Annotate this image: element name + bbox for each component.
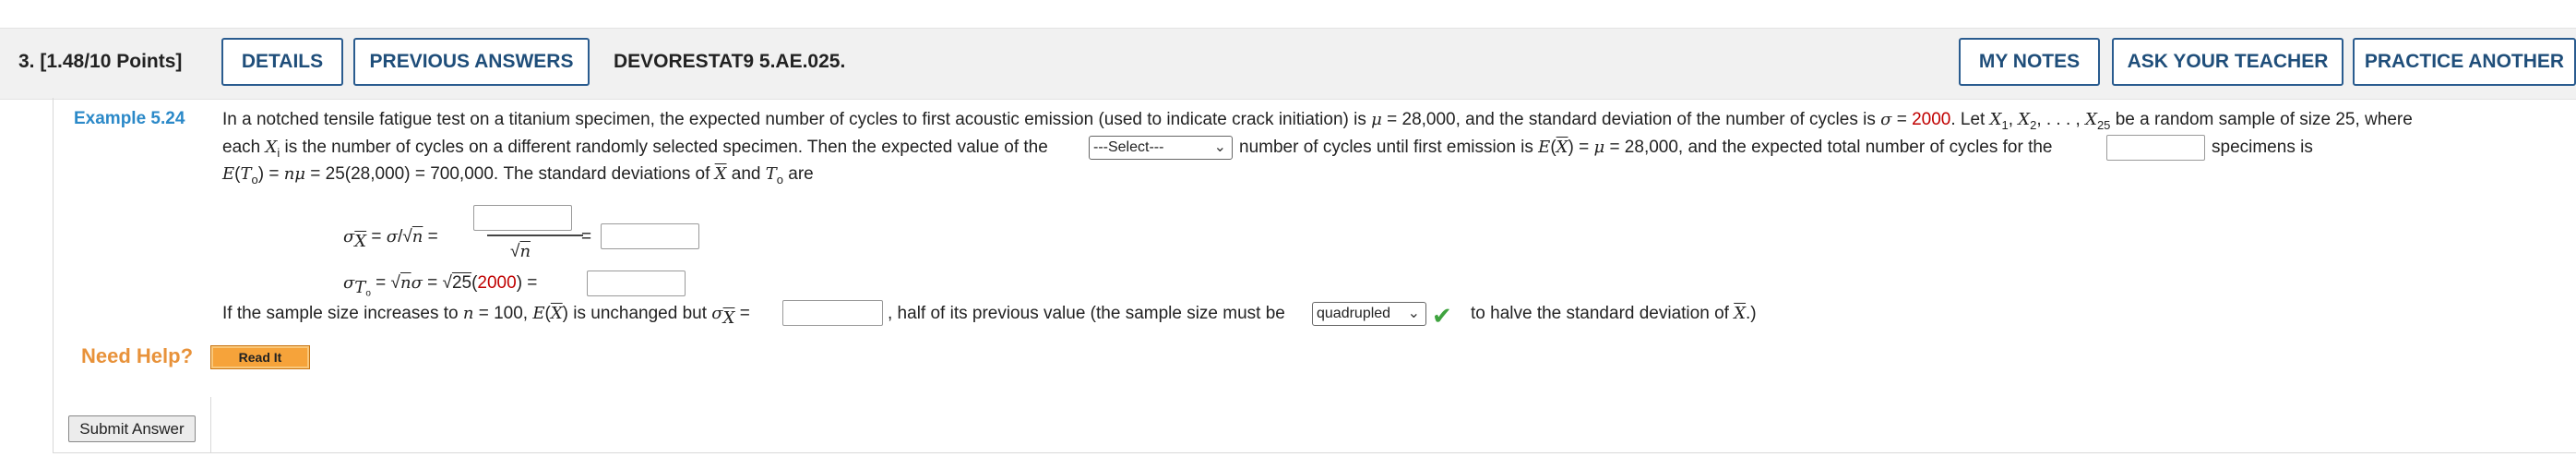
problem-text-2e: specimens is [2212,138,2313,157]
example-label: Example 5.24 [74,109,185,128]
problem-line-1: In a notched tensile fatigue test on a t… [222,110,2413,136]
sd-value: 2000 [1912,110,1951,129]
question-number: 3. [18,51,35,72]
sqrt-n-denominator: √n [510,242,531,261]
sample-text: be a random sample of size 25, where [2115,110,2413,129]
xbar-symbol: X [714,164,727,184]
sigma-2000: 2000 [477,273,517,293]
mu-symbol: μ [1371,110,1382,129]
select-value-2: quadrupled [1317,306,1391,321]
question-points: [1.48/10 Points] [40,51,183,72]
need-help-label: Need Help? [81,344,194,367]
equals-sign: = [1896,110,1907,129]
problem-text-4d: , half of its previous value (the sample… [888,304,1285,323]
expected-total: E(To) = nμ [222,164,305,186]
problem-line-4e: to halve the standard deviation of X.) [1471,304,1757,323]
chevron-down-icon: ⌄ [1213,139,1226,155]
submit-answer-button[interactable]: Submit Answer [68,415,196,442]
numerator-input[interactable] [473,205,572,231]
sigma-xbar-formula: σX = σ/√n = [343,227,438,251]
equals-sign-2: = [581,227,592,247]
select-value: ---Select--- [1093,139,1164,155]
sample-variables: X1, X2, . . . , X25 [1989,110,2111,132]
problem-text-2d: = 28,000, and the expected total number … [1609,138,2053,157]
specimen-count-input[interactable] [2106,135,2205,161]
fraction-bar [487,234,583,236]
problem-line-3: E(To) = nμ = 25(28,000) = 700,000. The s… [222,164,814,190]
details-button[interactable]: DETAILS [221,38,343,86]
sigma-xbar-input[interactable] [601,223,699,249]
problem-text-4c: is unchanged but [573,304,708,323]
problem-text-3a: = 25(28,000) = 700,000. The standard dev… [310,164,710,184]
question-header: 3. [1.48/10 Points] DETAILS PREVIOUS ANS… [0,28,2576,100]
problem-code: DEVORESTAT9 5.AE.025. [614,51,846,72]
problem-text-4a: If the sample size increases to [222,304,459,323]
problem-line-2c: number of cycles until first emission is… [1239,138,2053,158]
sigma-to-formula: σTo = √nσ = √25(2000) = [343,273,538,299]
expected-xbar-2: E(X) [532,304,568,323]
expected-xbar: E(X) = μ [1538,138,1605,157]
and-text: and [731,164,761,184]
each-text: each [222,138,261,157]
mean-value: = 28,000, and the standard deviation of … [1387,110,1876,129]
problem-line-4: If the sample size increases to n = 100,… [222,304,750,328]
problem-text-4b: = 100, [478,304,529,323]
ask-your-teacher-button[interactable]: ASK YOUR TEACHER [2112,38,2343,86]
expected-value-select[interactable]: ---Select--- ⌄ [1089,136,1233,160]
sigma-to-input[interactable] [587,271,686,296]
previous-answers-button[interactable]: PREVIOUS ANSWERS [353,38,590,86]
problem-text-2c: number of cycles until first emission is [1239,138,1533,157]
sigma-xbar-n100-input[interactable] [782,300,883,326]
sample-size-select[interactable]: quadrupled ⌄ [1312,302,1426,326]
problem-text-1: In a notched tensile fatigue test on a t… [222,110,1366,129]
let-text: . Let [1950,110,1986,129]
problem-line-2a: each Xi is the number of cycles on a dif… [222,138,1048,163]
xi-variable: Xi [265,138,280,160]
content-frame-bottom [53,452,2576,453]
sqrt-25: 25 [451,273,472,293]
problem-text-4e: to halve the standard deviation of [1471,304,1729,323]
my-notes-button[interactable]: MY NOTES [1959,38,2100,86]
sigma-symbol: σ [1880,110,1892,129]
are-text: are [788,164,814,184]
question-title: 3. [1.48/10 Points] [18,51,182,73]
check-icon: ✔ [1432,302,1452,330]
to-symbol: To [765,164,783,186]
content-frame-left [53,98,54,453]
content-frame-divider [210,397,211,453]
read-it-button[interactable]: Read It [210,345,310,369]
chevron-down-icon: ⌄ [1407,306,1420,321]
problem-text-2b: is the number of cycles on a different r… [284,138,1048,157]
practice-another-button[interactable]: PRACTICE ANOTHER [2353,38,2576,86]
